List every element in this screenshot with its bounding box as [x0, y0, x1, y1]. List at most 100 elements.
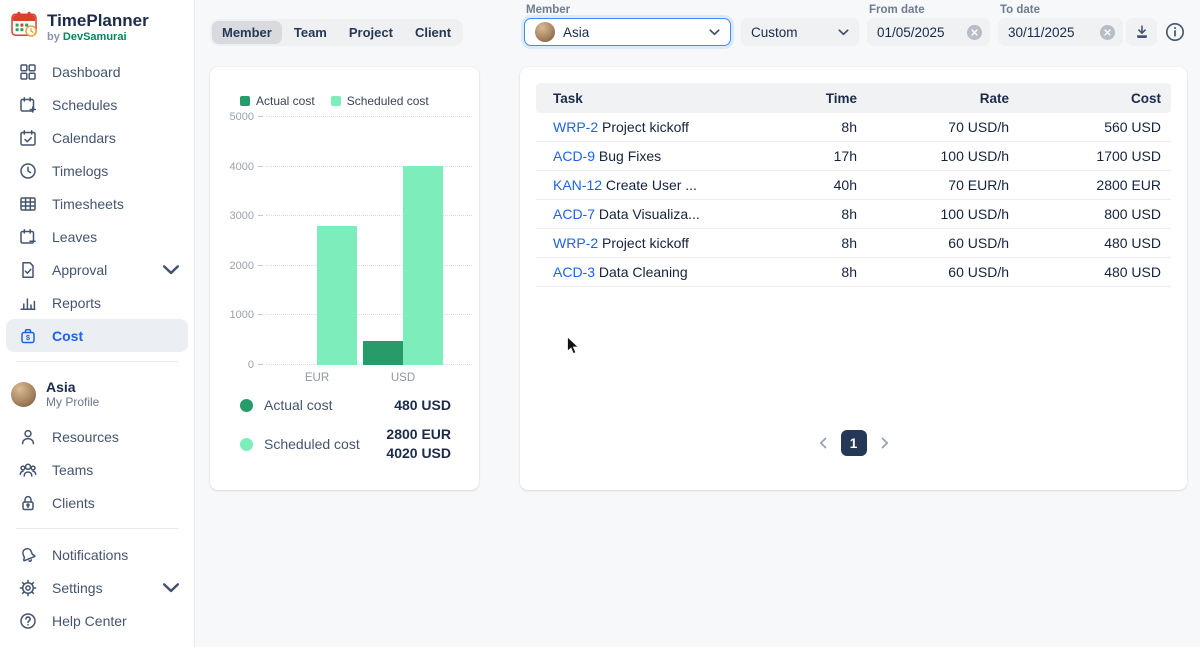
chevron-down-icon	[162, 579, 180, 597]
chart-plot: 010002000300040005000EURUSD	[266, 117, 472, 365]
task-link[interactable]: ACD-7	[553, 206, 595, 222]
table-header: Task Time Rate Cost	[536, 83, 1171, 113]
summary-scheduled-cost: Scheduled cost 2800 EUR4020 USD	[240, 424, 451, 464]
tab-member[interactable]: Member	[212, 21, 282, 44]
tab-project[interactable]: Project	[339, 21, 403, 44]
gridline	[266, 116, 472, 117]
sidebar-item-label: Approval	[52, 262, 107, 278]
task-title: Bug Fixes	[599, 148, 661, 164]
download-icon	[1134, 24, 1150, 40]
bar-scheduled-cost-eur	[317, 226, 357, 365]
date-range-value: Custom	[751, 25, 798, 40]
sidebar-item-timelogs[interactable]: Timelogs	[6, 154, 188, 187]
task-cost: 480 USD	[1009, 264, 1171, 280]
table-grid-icon	[19, 195, 37, 213]
table-row[interactable]: WRP-2 Project kickoff 8h 70 USD/h 560 US…	[536, 113, 1171, 142]
profile-entry[interactable]: Asia My Profile	[0, 371, 194, 420]
sidebar-item-resources[interactable]: Resources	[6, 420, 188, 453]
sidebar-divider	[16, 361, 178, 362]
sidebar-item-leaves[interactable]: Leaves	[6, 220, 188, 253]
scheduled-cost-dot	[240, 438, 253, 451]
info-button[interactable]	[1162, 18, 1188, 46]
task-time: 17h	[742, 148, 857, 164]
lock-icon	[19, 494, 37, 512]
sidebar-item-schedules[interactable]: Schedules	[6, 88, 188, 121]
y-tick-label: 1000	[212, 309, 254, 321]
summary-value-line2: 4020 USD	[386, 445, 451, 461]
next-page-button[interactable]	[881, 437, 889, 449]
task-cost: 1700 USD	[1009, 148, 1171, 164]
sidebar-item-timesheets[interactable]: Timesheets	[6, 187, 188, 220]
table-row[interactable]: ACD-9 Bug Fixes 17h 100 USD/h 1700 USD	[536, 142, 1171, 171]
member-field-label: Member	[526, 4, 570, 16]
table-row[interactable]: WRP-2 Project kickoff 8h 60 USD/h 480 US…	[536, 229, 1171, 258]
task-link[interactable]: KAN-12	[553, 177, 602, 193]
info-icon	[1165, 22, 1185, 42]
mouse-cursor	[566, 336, 580, 356]
task-time: 40h	[742, 177, 857, 193]
task-link[interactable]: ACD-9	[553, 148, 595, 164]
sidebar-item-label: Leaves	[52, 229, 97, 245]
from-date-input[interactable]	[877, 25, 961, 40]
from-date-field	[867, 18, 990, 46]
chevron-down-icon	[709, 29, 720, 36]
actual-cost-dot	[240, 399, 253, 412]
task-title: Data Visualiza...	[599, 206, 700, 222]
sidebar-item-cost[interactable]: $ Cost	[6, 319, 188, 352]
chevron-left-icon	[819, 437, 827, 449]
app-logo[interactable]: TimePlanner by DevSamurai	[0, 0, 194, 55]
profile-avatar	[11, 382, 36, 407]
chevron-down-icon	[162, 261, 180, 279]
task-link[interactable]: ACD-3	[553, 264, 595, 280]
sidebar-item-teams[interactable]: Teams	[6, 453, 188, 486]
sidebar-item-help-center[interactable]: Help Center	[6, 604, 188, 637]
sidebar-item-label: Cost	[52, 328, 83, 344]
task-link[interactable]: WRP-2	[553, 235, 598, 251]
y-tick-label: 5000	[212, 111, 254, 123]
sidebar-item-settings[interactable]: Settings	[6, 571, 188, 604]
member-select[interactable]: Asia	[524, 18, 731, 46]
page-number-1[interactable]: 1	[841, 430, 867, 456]
task-cost: 480 USD	[1009, 235, 1171, 251]
sidebar-item-notifications[interactable]: Notifications	[6, 538, 188, 571]
table-row[interactable]: ACD-3 Data Cleaning 8h 60 USD/h 480 USD	[536, 258, 1171, 287]
sidebar-item-label: Clients	[52, 495, 95, 511]
calendar-plus-icon	[19, 96, 37, 114]
sidebar-item-clients[interactable]: Clients	[6, 486, 188, 519]
gear-icon	[19, 579, 37, 597]
sidebar-item-reports[interactable]: Reports	[6, 286, 188, 319]
sidebar-item-approval[interactable]: Approval	[6, 253, 188, 286]
actual-cost-swatch	[240, 96, 250, 106]
task-link[interactable]: WRP-2	[553, 119, 598, 135]
sidebar-item-dashboard[interactable]: Dashboard	[6, 55, 188, 88]
task-rate: 100 USD/h	[857, 206, 1009, 222]
to-date-field	[998, 18, 1123, 46]
timeplanner-logo-icon	[11, 11, 38, 38]
task-time: 8h	[742, 119, 857, 135]
bar-actual-cost-usd	[363, 341, 403, 365]
task-title: Project kickoff	[602, 119, 689, 135]
chart-legend: Actual cost Scheduled cost	[240, 94, 429, 108]
task-rate: 70 EUR/h	[857, 177, 1009, 193]
sidebar-item-calendars[interactable]: Calendars	[6, 121, 188, 154]
table-row[interactable]: KAN-12 Create User ... 40h 70 EUR/h 2800…	[536, 171, 1171, 200]
clear-to-date-icon[interactable]	[1100, 25, 1115, 40]
summary-label: Actual cost	[264, 397, 332, 413]
sidebar: TimePlanner by DevSamurai Dashboard Sche…	[0, 0, 195, 647]
clear-from-date-icon[interactable]	[967, 25, 982, 40]
sidebar-item-label: Resources	[52, 429, 119, 445]
to-date-input[interactable]	[1008, 25, 1094, 40]
to-date-label: To date	[1000, 4, 1040, 16]
cost-chart-card: Actual cost Scheduled cost 0100020003000…	[210, 67, 479, 490]
table-row[interactable]: ACD-7 Data Visualiza... 8h 100 USD/h 800…	[536, 200, 1171, 229]
download-button[interactable]	[1126, 18, 1157, 46]
sidebar-item-label: Dashboard	[52, 64, 121, 80]
column-header-time: Time	[742, 91, 857, 106]
previous-page-button[interactable]	[819, 437, 827, 449]
sidebar-item-label: Notifications	[52, 547, 128, 563]
date-range-select[interactable]: Custom	[741, 18, 859, 46]
profile-subtitle: My Profile	[46, 395, 99, 410]
tab-team[interactable]: Team	[284, 21, 337, 44]
bell-icon	[19, 546, 37, 564]
tab-client[interactable]: Client	[405, 21, 461, 44]
